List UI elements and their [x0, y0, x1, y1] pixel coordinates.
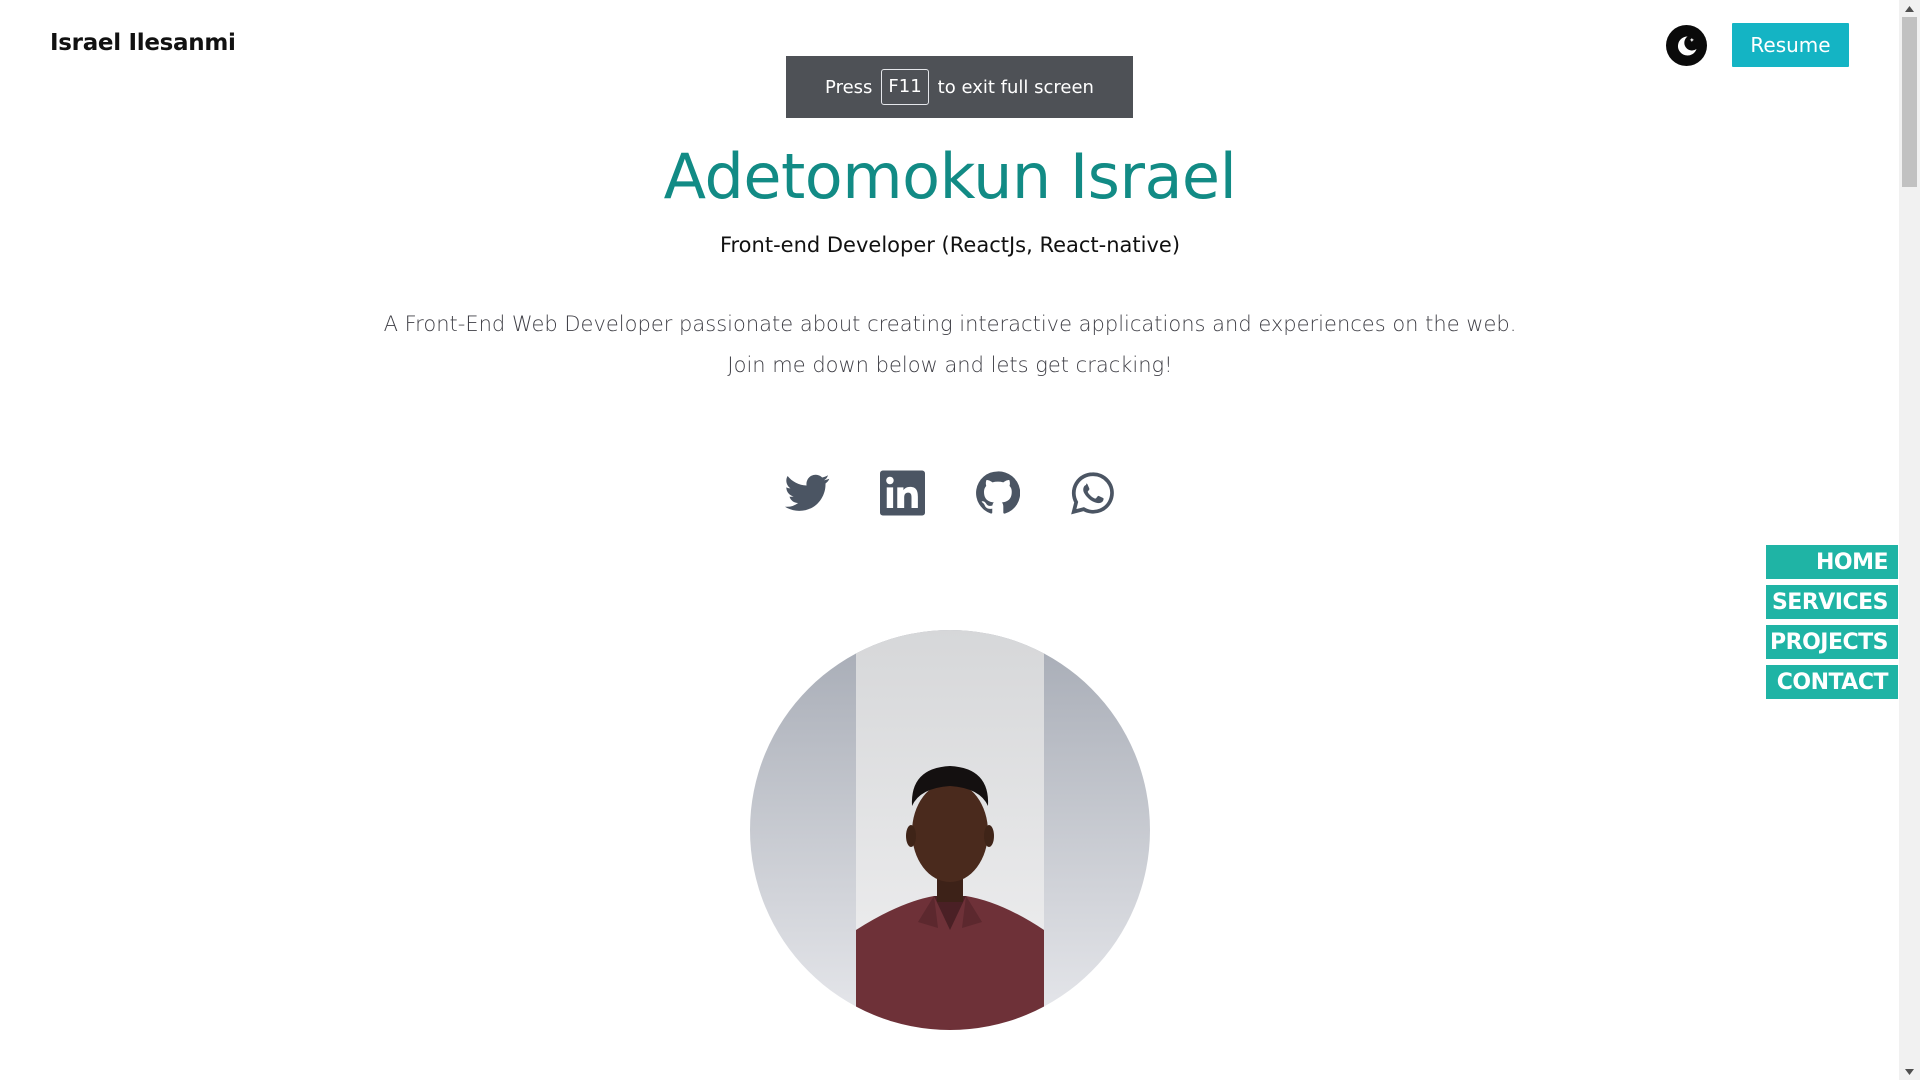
fullscreen-key: F11 — [881, 69, 929, 105]
social-links — [0, 468, 1900, 518]
side-nav-home[interactable]: HOME — [1766, 545, 1898, 579]
twitter-link[interactable] — [785, 468, 830, 518]
scroll-up-arrow-icon[interactable] — [1899, 0, 1920, 17]
linkedin-link[interactable] — [880, 468, 925, 518]
profile-photo — [750, 630, 1150, 1030]
vertical-scrollbar[interactable] — [1899, 0, 1920, 1080]
side-nav-contact[interactable]: CONTACT — [1766, 665, 1898, 699]
brand-name[interactable]: Israel Ilesanmi — [50, 30, 236, 56]
github-link[interactable] — [975, 468, 1020, 518]
fullscreen-notice-prefix: Press — [825, 76, 873, 98]
resume-button[interactable]: Resume — [1732, 23, 1849, 67]
scroll-down-arrow-icon[interactable] — [1899, 1063, 1920, 1080]
side-nav: HOME SERVICES PROJECTS CONTACT — [1766, 545, 1898, 699]
theme-toggle-button[interactable] — [1666, 25, 1707, 66]
hero-description-line-2: Join me down below and lets get cracking… — [727, 353, 1173, 377]
side-nav-projects[interactable]: PROJECTS — [1766, 625, 1898, 659]
side-nav-services[interactable]: SERVICES — [1766, 585, 1898, 619]
whatsapp-icon — [1071, 472, 1114, 515]
fullscreen-notice: Press F11 to exit full screen — [786, 56, 1133, 118]
linkedin-icon — [880, 470, 925, 516]
fullscreen-notice-suffix: to exit full screen — [937, 76, 1094, 98]
hero-description: A Front-End Web Developer passionate abo… — [0, 304, 1900, 386]
hero-name: Adetomokun Israel — [663, 140, 1237, 213]
hero-description-line-1: A Front-End Web Developer passionate abo… — [383, 312, 1517, 336]
github-icon — [976, 471, 1020, 514]
moon-icon — [1677, 35, 1697, 56]
twitter-icon — [785, 474, 830, 511]
profile-photo-illustration — [856, 630, 1044, 1030]
hero-role: Front-end Developer (ReactJs, React-nati… — [719, 233, 1181, 257]
scrollbar-thumb[interactable] — [1902, 17, 1917, 187]
whatsapp-link[interactable] — [1070, 468, 1115, 518]
